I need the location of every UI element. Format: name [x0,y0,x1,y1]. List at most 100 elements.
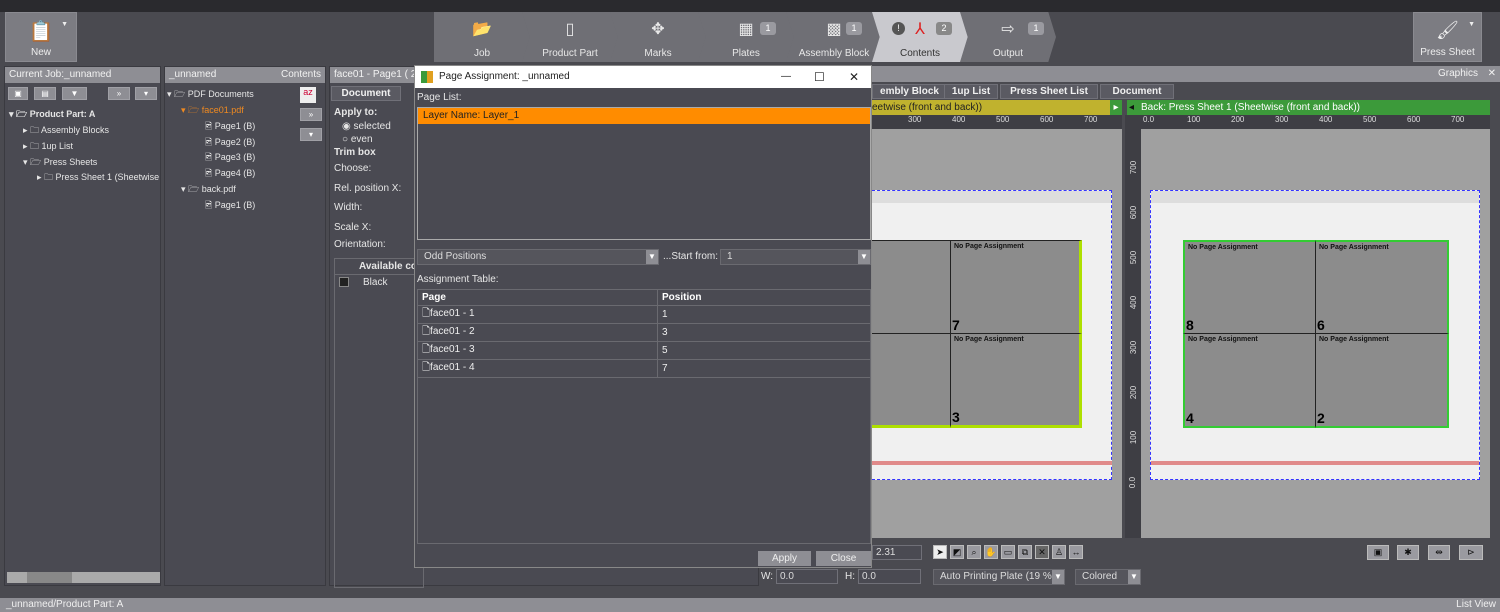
tree-label: Page1 (B) [214,121,256,131]
table-row[interactable]: 🗋face01 - 35 [417,341,871,360]
workflow-tab-assembly-block[interactable]: ▩ 1 Assembly Block [786,12,882,62]
tree-page[interactable]: 🖻 Page2 (B) [205,136,255,148]
color-mode-select[interactable]: Colored ▼ [1075,569,1141,585]
ruler-tick-label: 400 [1129,295,1139,310]
sheet-cell[interactable] [872,240,951,334]
workflow-tab-marks[interactable]: ✥ Marks [610,12,706,62]
delete-icon[interactable]: ✕ [1035,545,1049,559]
horizontal-scrollbar[interactable] [7,572,160,583]
apply-button[interactable]: Apply [758,551,811,566]
tab-document[interactable]: Document [331,86,401,101]
fit-view-icon[interactable]: ▣ [1367,545,1389,560]
flip-icon[interactable]: ⊳ [1459,545,1483,560]
tree-face01-pdf[interactable]: ▾ 🗁 face01.pdf [181,104,244,116]
tree-press-sheet-1[interactable]: ▸ 🗀 Press Sheet 1 (Sheetwise [37,171,159,183]
rectangle-icon[interactable]: ▭ [1001,545,1015,559]
sort-az-icon[interactable]: az [300,87,316,103]
page-list[interactable]: Layer Name: Layer_1 [417,107,871,240]
front-ruler: 300 400 500 600 700 [872,115,1122,129]
dropdown-arrow-icon[interactable]: ▼ [61,21,68,28]
select-frame-icon[interactable]: ◩ [950,545,964,559]
column-page[interactable]: Page [417,289,658,306]
tree-back-pdf[interactable]: ▾ 🗁 back.pdf [181,183,236,195]
table-row[interactable]: 🗋face01 - 11 [417,305,871,324]
tab-assembly-block[interactable]: embly Block [872,84,947,99]
tree-1up-list[interactable]: ▸ 🗀 1up List [23,140,73,152]
spacing-icon[interactable]: ⇹ [1428,545,1450,560]
sheet-cell[interactable]: No Page Assignment 4 [1183,333,1316,428]
measure-icon[interactable]: ↔ [1069,545,1083,559]
sheet-cell[interactable]: No Page Assignment 2 [1315,333,1449,428]
tree-pdf-documents[interactable]: ▾ 🗁 PDF Documents [167,88,254,100]
zoom-icon[interactable]: ⌕ [967,545,981,559]
list-view-button[interactable]: List View [1456,598,1496,612]
sheet-cell[interactable]: No Page Assignment 8 [1183,240,1316,334]
workflow-tab-contents[interactable]: ! ⅄ 2 Contents [872,12,968,62]
tree-assembly-blocks[interactable]: ▸ 🗀 Assembly Blocks [23,124,109,136]
prev-arrow-icon[interactable]: ◂ [1129,100,1134,115]
print-button[interactable]: ▤ [34,87,56,100]
expand-button[interactable]: » [108,87,130,100]
tab-label: Output [992,48,1024,59]
collapse-button[interactable]: ▾ [300,128,322,141]
start-from-select[interactable]: 1 ▼ [720,249,871,265]
tree-page[interactable]: 🖻 Page1 (B) [205,120,255,132]
select-arrow-icon[interactable]: ➤ [933,545,947,559]
table-row[interactable]: 🗋face01 - 23 [417,323,871,342]
positions-select[interactable]: Odd Positions ▼ [417,249,659,265]
expand-button[interactable]: » [300,108,322,121]
tree-page[interactable]: 🖻 Page3 (B) [205,151,255,163]
zoom-field[interactable]: 2.31 [872,545,922,560]
position-cell[interactable]: 5 [657,341,871,360]
radio-even[interactable]: ○ even [342,134,373,145]
next-arrow-icon[interactable]: ▸ [1110,100,1122,115]
workflow-tab-output[interactable]: ⇨ 1 Output [960,12,1056,62]
status-bar: _unnamed/Product Part: A List View [0,598,1500,612]
h-label: H: [845,571,855,582]
minimize-button[interactable]: — [781,66,791,88]
close-icon[interactable]: ✕ [1488,66,1496,82]
tree-page[interactable]: 🖻 Page4 (B) [205,167,255,179]
radio-label: even [350,134,373,145]
color-row-black[interactable]: Black [335,275,423,291]
sheet-cell[interactable]: No Page Assignment 7 [950,240,1082,334]
maximize-button[interactable]: ☐ [814,66,825,88]
tree-product-part[interactable]: ▾ 🗁 Product Part: A [9,108,95,120]
position-cell[interactable]: 3 [657,323,871,342]
tab-document[interactable]: Document [1100,84,1174,99]
height-field[interactable]: 0.0 [858,569,921,584]
new-button[interactable]: 📋 ▼ New [5,12,77,62]
layer-list-item[interactable]: Layer Name: Layer_1 [418,108,870,124]
workflow-tab-product-part[interactable]: ▯ Product Part [522,12,618,62]
workflow-tab-plates[interactable]: ▦ 1 Plates [698,12,794,62]
close-dialog-button[interactable]: Close [816,551,871,566]
workflow-tab-job[interactable]: 📂 Job [434,12,530,62]
table-row[interactable]: 🗋face01 - 47 [417,359,871,378]
column-position[interactable]: Position [657,289,871,306]
ruler-tick-label: 400 [952,115,966,124]
dropdown-button[interactable]: ▼ [62,87,87,100]
tab-press-sheet-list[interactable]: Press Sheet List [1000,84,1098,99]
marker-icon[interactable]: ♙ [1052,545,1066,559]
hand-icon[interactable]: ✋ [984,545,998,559]
save-button[interactable]: ▣ [8,87,28,100]
sheet-cell[interactable]: No Page Assignment 3 [950,333,1082,428]
copy-icon[interactable]: ⧉ [1018,545,1032,559]
tree-label: back.pdf [201,184,236,194]
tab-1up-list[interactable]: 1up List [944,84,998,99]
ruler-tick-label: 700 [1451,115,1465,124]
position-cell[interactable]: 7 [657,359,871,378]
close-button[interactable]: ✕ [849,66,859,88]
tree-press-sheets[interactable]: ▾ 🗁 Press Sheets [23,156,97,168]
dropdown-arrow-icon[interactable]: ▼ [1468,21,1475,28]
sheet-cell[interactable] [872,333,951,428]
width-field[interactable]: 0.0 [776,569,838,584]
plate-select[interactable]: Auto Printing Plate (19 %) ▼ [933,569,1065,585]
settings-icon[interactable]: ✱ [1397,545,1419,560]
press-sheet-button[interactable]: 🖌 ▼ Press Sheet [1413,12,1482,62]
radio-selected[interactable]: ◉ selected [342,121,391,132]
position-cell[interactable]: 1 [657,305,871,324]
sheet-cell[interactable]: No Page Assignment 6 [1315,240,1449,334]
tree-page[interactable]: 🖻 Page1 (B) [205,199,255,211]
collapse-button[interactable]: ▾ [135,87,157,100]
